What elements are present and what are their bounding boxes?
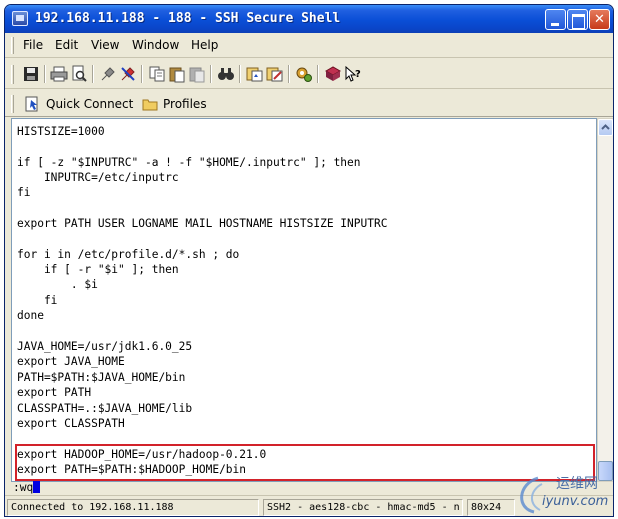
vertical-scrollbar[interactable]: [597, 118, 613, 482]
close-button[interactable]: ✕: [589, 9, 610, 30]
menu-window[interactable]: Window: [132, 38, 179, 52]
command-line[interactable]: :wq: [13, 481, 41, 495]
disconnect-red-icon[interactable]: [119, 65, 137, 83]
profiles-label: Profiles: [163, 97, 207, 111]
status-connection: Connected to 192.168.11.188: [7, 499, 259, 516]
copy-icon[interactable]: [148, 65, 166, 83]
toolbar-separator: [44, 65, 46, 83]
toolbar-separator: [317, 65, 319, 83]
title-bar[interactable]: 192.168.11.188 - 188 - SSH Secure Shell …: [5, 5, 613, 33]
status-cipher: SSH2 - aes128-cbc - hmac-md5 - n: [263, 499, 463, 516]
paste-disabled-icon[interactable]: [188, 65, 206, 83]
menu-edit[interactable]: Edit: [55, 38, 78, 52]
terminal-line: HISTSIZE=1000: [17, 125, 105, 138]
terminal-line: export JAVA_HOME: [17, 355, 125, 368]
profiles-edit-icon[interactable]: [266, 65, 284, 83]
toolbar-grip[interactable]: [11, 65, 14, 84]
minimize-button[interactable]: [545, 9, 566, 30]
quick-connect-icon: [25, 96, 38, 112]
settings-icon[interactable]: [295, 65, 313, 83]
maximize-button[interactable]: [567, 9, 588, 30]
find-icon[interactable]: [217, 65, 235, 83]
svg-text:?: ?: [355, 69, 361, 80]
disconnect-icon[interactable]: [99, 65, 117, 83]
profiles-button[interactable]: Profiles: [142, 94, 207, 114]
toolbar: ?: [5, 59, 613, 89]
terminal-line: PATH=$PATH:$JAVA_HOME/bin: [17, 371, 186, 384]
menu-file[interactable]: File: [23, 38, 43, 52]
toolbar-separator: [141, 65, 143, 83]
terminal-line: JAVA_HOME=/usr/jdk1.6.0_25: [17, 340, 193, 353]
quick-connect-button[interactable]: Quick Connect: [25, 94, 133, 114]
terminal-line: if [ -r "$i" ]; then: [17, 263, 179, 276]
quick-connect-label: Quick Connect: [46, 97, 134, 111]
menu-view[interactable]: View: [91, 38, 119, 52]
help-topics-icon[interactable]: [324, 65, 342, 83]
text-cursor: [33, 481, 41, 493]
profiles-icon[interactable]: [246, 65, 264, 83]
window-title: 192.168.11.188 - 188 - SSH Secure Shell: [35, 11, 341, 26]
terminal-line: export PATH USER LOGNAME MAIL HOSTNAME H…: [17, 217, 388, 230]
terminal-line: if [ -z "$INPUTRC" -a ! -f "$HOME/.input…: [17, 156, 361, 169]
command-text: :wq: [13, 481, 34, 494]
menu-bar: File Edit View Window Help: [5, 33, 613, 58]
menu-help[interactable]: Help: [191, 38, 218, 52]
folder-icon: [142, 99, 158, 111]
terminal-line: . $i: [17, 278, 98, 291]
scroll-up-button[interactable]: [598, 119, 613, 136]
terminal-line: fi: [17, 186, 31, 199]
terminal-line: CLASSPATH=.:$JAVA_HOME/lib: [17, 402, 193, 415]
watermark-logo: 运维网 iyunv.com: [512, 470, 616, 516]
toolbar-separator: [210, 65, 212, 83]
quickbar-grip[interactable]: [11, 95, 14, 113]
app-icon[interactable]: [12, 11, 28, 26]
chevron-up-icon: [601, 124, 610, 130]
terminal-line: done: [17, 309, 44, 322]
terminal-area[interactable]: HISTSIZE=1000 if [ -z "$INPUTRC" -a ! -f…: [11, 118, 597, 482]
paste-icon[interactable]: [168, 65, 186, 83]
quick-connect-bar: Quick Connect Profiles: [5, 90, 613, 117]
print-icon[interactable]: [50, 65, 68, 83]
ssh-window: 192.168.11.188 - 188 - SSH Secure Shell …: [4, 4, 614, 517]
watermark-text-cn: 运维网: [556, 476, 598, 492]
terminal-line: for i in /etc/profile.d/*.sh ; do: [17, 248, 240, 261]
watermark-text-url: iyunv.com: [542, 494, 609, 509]
print-preview-icon[interactable]: [70, 65, 88, 83]
toolbar-separator: [239, 65, 241, 83]
terminal-line: fi: [17, 294, 58, 307]
save-icon[interactable]: [22, 65, 40, 83]
toolbar-separator: [92, 65, 94, 83]
terminal-line: export CLASSPATH: [17, 417, 125, 430]
status-size: 80x24: [467, 499, 515, 516]
highlight-box: [15, 444, 595, 481]
terminal-line: INPUTRC=/etc/inputrc: [17, 171, 179, 184]
menu-grip[interactable]: [11, 37, 14, 54]
toolbar-separator: [288, 65, 290, 83]
terminal-line: export PATH: [17, 386, 92, 399]
whats-this-icon[interactable]: ?: [344, 65, 362, 83]
